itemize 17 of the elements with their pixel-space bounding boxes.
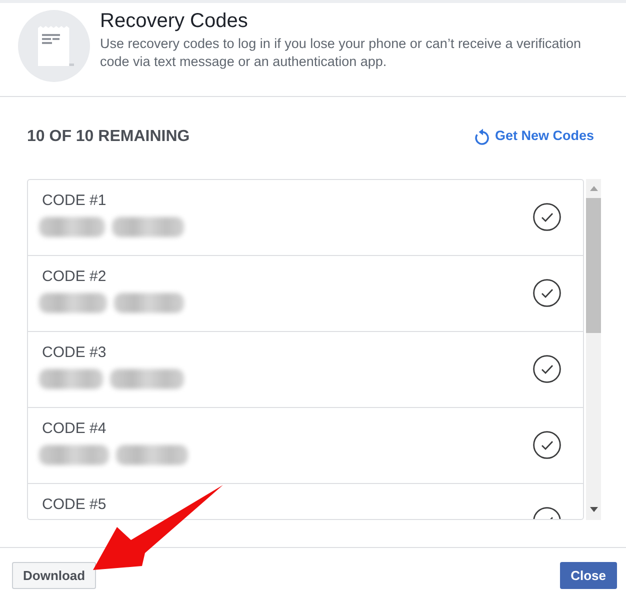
code-label: CODE #1 (42, 192, 108, 210)
document-icon (18, 10, 90, 82)
close-button[interactable]: Close (560, 562, 617, 589)
refresh-icon (474, 128, 490, 144)
scroll-up-arrow-icon[interactable] (590, 186, 598, 190)
dialog-title: Recovery Codes (100, 9, 249, 33)
code-label: CODE #3 (42, 344, 108, 362)
code-label: CODE #5 (42, 496, 106, 514)
get-new-codes-link[interactable]: Get New Codes (474, 127, 594, 145)
download-button[interactable]: Download (12, 562, 96, 589)
scroll-down-arrow-icon[interactable] (590, 506, 598, 512)
scrollbar-thumb[interactable] (586, 198, 601, 333)
remaining-count: 10 OF 10 REMAINING (27, 127, 190, 147)
code-label: CODE #2 (42, 268, 108, 286)
scrollbar[interactable] (586, 179, 601, 520)
dialog-description: Use recovery codes to log in if you lose your phone or can’t receive a verification code via text message or an authentication app. (100, 35, 582, 71)
code-label: CODE #4 (42, 420, 108, 438)
